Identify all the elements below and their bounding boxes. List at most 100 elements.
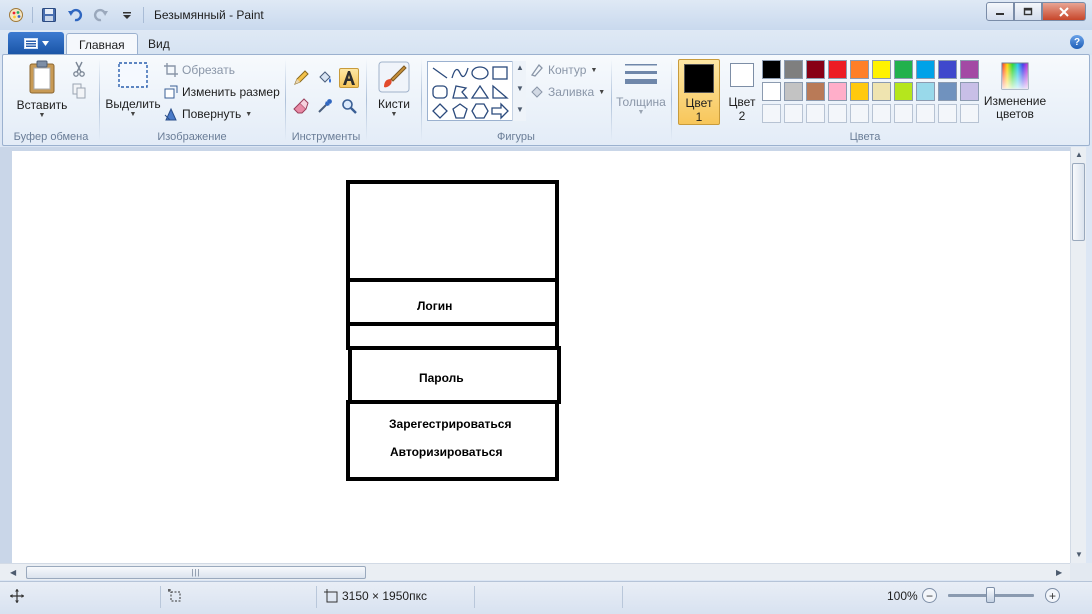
maximize-button[interactable] — [1014, 2, 1042, 21]
drawing-canvas[interactable]: Логин Пароль Зарегестрироваться Авторизи… — [12, 151, 1070, 563]
rotate-button[interactable]: Повернуть ▼ — [164, 107, 252, 121]
tab-view[interactable]: Вид — [136, 33, 182, 55]
expand-gallery-icon[interactable]: ▼ — [516, 105, 524, 114]
scroll-up-arrow-icon[interactable]: ▲ — [1075, 150, 1083, 159]
palette-custom-color-slot[interactable] — [784, 104, 803, 123]
color2-button[interactable]: Цвет 2 — [724, 63, 760, 123]
palette-color-swatch[interactable] — [872, 60, 891, 79]
palette-custom-color-slot[interactable] — [916, 104, 935, 123]
scroll-right-arrow-icon[interactable]: ▶ — [1056, 568, 1062, 577]
palette-color-swatch[interactable] — [916, 82, 935, 101]
palette-color-swatch[interactable] — [872, 82, 891, 101]
size-button[interactable]: Толщина ▼ — [615, 61, 667, 116]
palette-color-swatch[interactable] — [894, 82, 913, 101]
palette-custom-color-slot[interactable] — [806, 104, 825, 123]
scroll-down-icon[interactable]: ▼ — [516, 84, 524, 93]
scroll-down-arrow-icon[interactable]: ▼ — [1075, 550, 1083, 559]
palette-color-swatch[interactable] — [806, 60, 825, 79]
undo-icon[interactable] — [65, 5, 85, 25]
color-picker-icon[interactable] — [315, 96, 335, 116]
line-shape-icon[interactable] — [430, 64, 450, 82]
scroll-left-arrow-icon[interactable]: ◀ — [10, 568, 16, 577]
cut-icon[interactable] — [69, 59, 89, 79]
image-size-value: 3150 × 1950пкс — [342, 589, 427, 603]
fill-button[interactable]: Заливка ▼ — [530, 85, 605, 99]
palette-custom-color-slot[interactable] — [960, 104, 979, 123]
drawn-password-label: Пароль — [419, 371, 464, 385]
palette-color-swatch[interactable] — [762, 60, 781, 79]
magnifier-icon[interactable] — [339, 96, 359, 116]
brushes-button[interactable]: Кисти ▼ — [371, 61, 417, 118]
window-controls — [986, 2, 1086, 21]
palette-color-swatch[interactable] — [762, 82, 781, 101]
paste-button[interactable]: Вставить ▼ — [15, 59, 69, 119]
resize-button[interactable]: Изменить размер — [164, 85, 280, 99]
polygon-shape-icon[interactable] — [450, 83, 470, 101]
scroll-up-icon[interactable]: ▲ — [516, 63, 524, 72]
palette-color-swatch[interactable] — [960, 82, 979, 101]
hexagon-shape-icon[interactable] — [470, 102, 490, 120]
palette-color-swatch[interactable] — [806, 82, 825, 101]
redo-icon[interactable] — [91, 5, 111, 25]
outline-button[interactable]: Контур ▼ — [530, 63, 597, 77]
minimize-button[interactable] — [986, 2, 1014, 21]
palette-color-swatch[interactable] — [960, 60, 979, 79]
pentagon-shape-icon[interactable] — [450, 102, 470, 120]
palette-color-swatch[interactable] — [850, 82, 869, 101]
palette-color-swatch[interactable] — [828, 60, 847, 79]
curve-shape-icon[interactable] — [450, 64, 470, 82]
size-dropdown-arrow: ▼ — [637, 109, 645, 116]
palette-color-swatch[interactable] — [938, 82, 957, 101]
palette-color-swatch[interactable] — [894, 60, 913, 79]
eraser-icon[interactable] — [291, 96, 311, 116]
palette-custom-color-slot[interactable] — [938, 104, 957, 123]
palette-custom-color-slot[interactable] — [828, 104, 847, 123]
vertical-scroll-thumb[interactable] — [1072, 163, 1085, 241]
color1-button[interactable]: Цвет 1 — [678, 59, 720, 125]
zoom-out-button[interactable]: − — [922, 588, 937, 603]
palette-color-swatch[interactable] — [784, 82, 803, 101]
rectangle-shape-icon[interactable] — [490, 64, 510, 82]
palette-color-swatch[interactable] — [916, 60, 935, 79]
palette-custom-color-slot[interactable] — [762, 104, 781, 123]
horizontal-scrollbar[interactable]: ◀ ||| ▶ — [0, 563, 1070, 580]
customize-toolbar-icon[interactable] — [117, 5, 137, 25]
text-tool-icon[interactable] — [339, 68, 359, 88]
shapes-gallery-scroll[interactable]: ▲ ▼ ▼ — [512, 61, 526, 121]
paint-app-icon[interactable] — [6, 5, 26, 25]
vertical-scrollbar[interactable]: ▲ ▼ — [1070, 147, 1086, 563]
triangle-shape-icon[interactable] — [470, 83, 490, 101]
diamond-shape-icon[interactable] — [430, 102, 450, 120]
color2-swatch — [730, 63, 754, 87]
drawn-header-box — [346, 180, 559, 282]
clipboard-group: Вставить ▼ Буфер обмена — [3, 55, 99, 145]
help-icon[interactable]: ? — [1070, 35, 1084, 49]
fill-bucket-icon[interactable] — [315, 68, 335, 88]
pencil-icon[interactable] — [291, 68, 311, 88]
save-icon[interactable] — [39, 5, 59, 25]
right-triangle-shape-icon[interactable] — [490, 83, 510, 101]
palette-custom-color-slot[interactable] — [850, 104, 869, 123]
paint-menu-button[interactable] — [8, 32, 64, 54]
group-separator — [421, 59, 422, 141]
outline-dropdown-arrow: ▼ — [590, 66, 598, 74]
zoom-slider-thumb[interactable] — [986, 587, 995, 603]
palette-color-swatch[interactable] — [784, 60, 803, 79]
rounded-rectangle-shape-icon[interactable] — [430, 83, 450, 101]
palette-custom-color-slot[interactable] — [872, 104, 891, 123]
palette-color-swatch[interactable] — [828, 82, 847, 101]
select-button[interactable]: Выделить ▼ — [104, 61, 162, 118]
right-arrow-shape-icon[interactable] — [490, 102, 510, 120]
palette-color-swatch[interactable] — [850, 60, 869, 79]
copy-icon[interactable] — [69, 81, 89, 101]
color2-label: Цвет — [728, 95, 756, 109]
crop-button[interactable]: Обрезать — [164, 63, 235, 77]
palette-custom-color-slot[interactable] — [894, 104, 913, 123]
palette-color-swatch[interactable] — [938, 60, 957, 79]
horizontal-scroll-thumb[interactable]: ||| — [26, 566, 366, 579]
tab-home[interactable]: Главная — [66, 33, 138, 55]
oval-shape-icon[interactable] — [470, 64, 490, 82]
zoom-in-button[interactable]: + — [1045, 588, 1060, 603]
edit-colors-button[interactable]: Изменение цветов — [983, 61, 1047, 121]
close-button[interactable] — [1042, 2, 1086, 21]
